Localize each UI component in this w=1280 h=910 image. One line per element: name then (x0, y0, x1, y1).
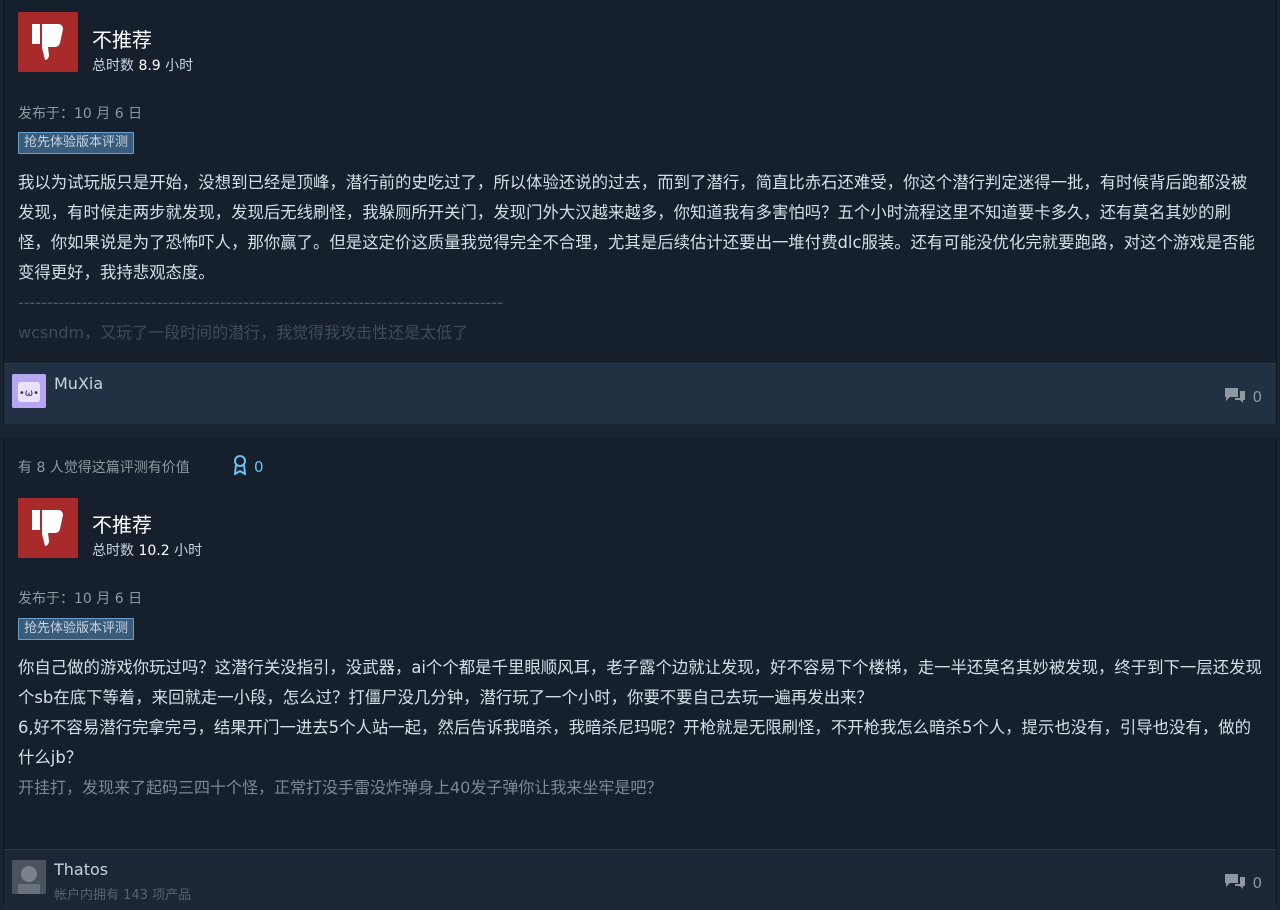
author-name[interactable]: Thatos (54, 860, 108, 879)
avatar[interactable] (12, 860, 46, 894)
author-name[interactable]: MuXia (54, 374, 103, 393)
posted-date: 发布于：10 月 6 日 (18, 591, 143, 607)
review-separator (0, 424, 1280, 438)
author-products: 帐户内拥有 143 项产品 (54, 888, 192, 903)
comment-count[interactable]: 0 (1224, 872, 1262, 894)
playtime-prefix: 总时数 (92, 58, 134, 74)
award-ribbon-icon (232, 455, 248, 479)
review-card: 有 8 人觉得这篇评测有价值 0 不推荐 总时数 10.2 小时 发布于：10 … (3, 438, 1277, 910)
early-access-tag: 抢先体验版本评测 (18, 132, 135, 154)
playtime-suffix: 小时 (165, 58, 194, 74)
comment-count-value: 0 (1252, 874, 1262, 892)
posted-date: 发布于：10 月 6 日 (18, 106, 143, 122)
review-body: 你自己做的游戏你玩过吗？这潜行关没指引，没武器，ai个个都是千里眼顺风耳，老子露… (18, 653, 1263, 773)
award-count-value: 0 (254, 458, 264, 476)
playtime-value: 10.2 (138, 543, 170, 559)
playtime: 总时数 10.2 小时 (92, 540, 202, 560)
review-card: 不推荐 总时数 8.9 小时 发布于：10 月 6 日 抢先体验版本评测 我以为… (3, 0, 1277, 424)
review-continued: ----------------------------------------… (18, 288, 1263, 348)
award-count[interactable]: 0 (232, 455, 264, 479)
review-divider: ----------------------------------------… (18, 293, 503, 312)
thumbs-down-icon (18, 12, 78, 72)
early-access-tag: 抢先体验版本评测 (18, 618, 135, 640)
playtime-value: 8.9 (138, 58, 161, 74)
review-body: 我以为试玩版只是开始，没想到已经是顶峰，潜行前的史吃过了，所以体验还说的过去，而… (18, 173, 1255, 282)
review-footer: Thatos 帐户内拥有 143 项产品 0 (4, 849, 1276, 910)
playtime-suffix: 小时 (174, 543, 203, 559)
review-verdict: 不推荐 (92, 513, 152, 537)
comment-count[interactable]: 0 (1224, 386, 1262, 408)
helpful-count: 有 8 人觉得这篇评测有价值 (18, 460, 190, 476)
svg-text:•ω•: •ω• (19, 388, 39, 399)
review-paragraph: 6,好不容易潜行完拿完弓，结果开门一进去5个人站一起，然后告诉我暗杀，我暗杀尼玛… (18, 718, 1252, 767)
comment-icon (1224, 386, 1246, 408)
review-faded-text: wcsndm，又玩了一段时间的潜行，我觉得我攻击性还是太低了 (18, 323, 469, 342)
review-faded-text: 开挂打，发现来了起码三四十个怪，正常打没手雷没炸弹身上40发子弹你让我来坐牢是吧… (18, 778, 663, 797)
review-footer: •ω• MuXia 0 (4, 363, 1276, 424)
avatar[interactable]: •ω• (12, 374, 46, 408)
review-verdict: 不推荐 (92, 28, 152, 52)
thumbs-down-icon (18, 498, 78, 558)
playtime-prefix: 总时数 (92, 543, 134, 559)
comment-count-value: 0 (1252, 388, 1262, 406)
comment-icon (1224, 872, 1246, 894)
review-paragraph: 你自己做的游戏你玩过吗？这潜行关没指引，没武器，ai个个都是千里眼顺风耳，老子露… (18, 658, 1262, 707)
playtime: 总时数 8.9 小时 (92, 55, 193, 75)
